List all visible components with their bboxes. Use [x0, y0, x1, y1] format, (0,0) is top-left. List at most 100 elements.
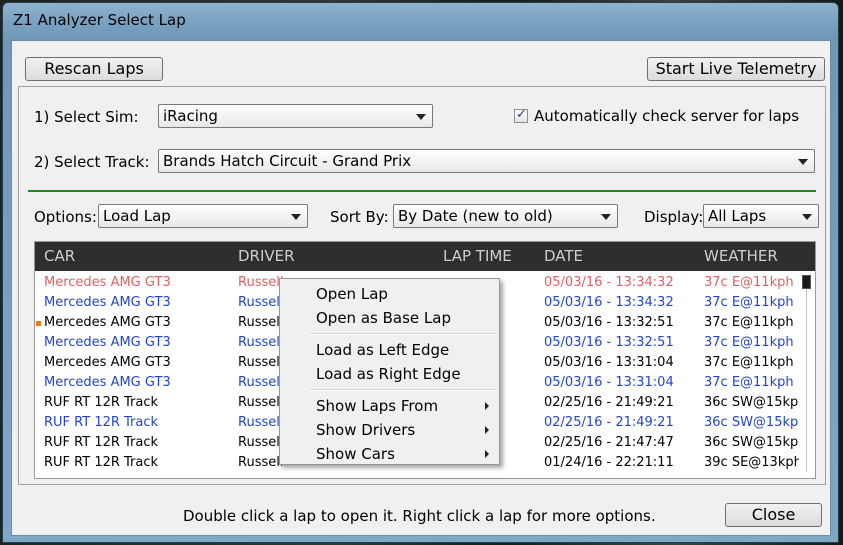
display-combo[interactable]: All Laps — [703, 204, 819, 228]
checkmark-icon: ✓ — [516, 107, 527, 122]
cell-weather: 36c SW@15kph — [704, 395, 807, 410]
menu-separator — [310, 389, 496, 391]
menu-item-label: Open Lap — [316, 285, 388, 303]
chevron-down-icon — [291, 214, 301, 220]
menu-item-open-lap[interactable]: Open Lap — [280, 282, 499, 306]
cell-car: RUF RT 12R Track — [44, 435, 159, 450]
cell-car: RUF RT 12R Track — [44, 415, 159, 430]
menu-item-load-as-left-edge[interactable]: Load as Left Edge — [280, 338, 499, 362]
menu-item-show-cars[interactable]: Show Cars — [280, 442, 499, 466]
cell-weather: 37c E@11kph — [704, 295, 794, 310]
column-header-driver[interactable]: DRIVER — [238, 247, 295, 265]
rescan-laps-button[interactable]: Rescan Laps — [25, 57, 163, 81]
scrollbar-track — [806, 287, 807, 472]
menu-item-label: Load as Left Edge — [316, 341, 450, 359]
close-button[interactable]: Close — [725, 503, 822, 527]
cell-driver: Russell — [238, 335, 284, 350]
column-header-car[interactable]: CAR — [44, 247, 75, 265]
menu-item-open-as-base-lap[interactable]: Open as Base Lap — [280, 306, 499, 330]
cell-weather: 36c SW@15kph — [704, 415, 807, 430]
select-sim-combo[interactable]: iRacing — [158, 104, 433, 128]
menu-separator — [310, 333, 496, 335]
display-label: Display: — [644, 208, 704, 226]
cell-date: 01/24/16 - 22:21:11 — [544, 455, 674, 470]
select-sim-value: iRacing — [163, 107, 218, 125]
auto-check-server-label: Automatically check server for laps — [534, 107, 800, 125]
window-title: Z1 Analyzer Select Lap — [13, 11, 186, 29]
cell-car: Mercedes AMG GT3 — [44, 375, 171, 390]
cell-car: Mercedes AMG GT3 — [44, 275, 171, 290]
submenu-arrow-icon — [485, 426, 489, 434]
submenu-arrow-icon — [485, 402, 489, 410]
title-bar[interactable]: Z1 Analyzer Select Lap — [3, 3, 838, 37]
sort-by-value: By Date (new to old) — [398, 207, 553, 225]
cell-car: Mercedes AMG GT3 — [44, 295, 171, 310]
cell-driver: Russell — [238, 315, 284, 330]
options-label: Options: — [34, 208, 97, 226]
cell-car: RUF RT 12R Track — [44, 395, 159, 410]
sort-by-combo[interactable]: By Date (new to old) — [393, 204, 618, 228]
cell-date: 05/03/16 - 13:34:32 — [544, 295, 674, 310]
options-combo[interactable]: Load Lap — [98, 204, 308, 228]
menu-item-label: Show Cars — [316, 445, 395, 463]
scrollbar-thumb[interactable] — [802, 275, 811, 289]
menu-item-label: Show Laps From — [316, 397, 439, 415]
display-value: All Laps — [708, 207, 767, 225]
sort-by-label: Sort By: — [330, 208, 389, 226]
menu-item-label: Show Drivers — [316, 421, 416, 439]
cell-date: 02/25/16 - 21:47:47 — [544, 435, 674, 450]
select-track-combo[interactable]: Brands Hatch Circuit - Grand Prix — [158, 149, 815, 173]
chevron-down-icon — [798, 159, 808, 165]
chevron-down-icon — [416, 114, 426, 120]
cell-driver: Russell — [238, 295, 284, 310]
cell-date: 05/03/16 - 13:31:04 — [544, 355, 674, 370]
cell-weather: 37c E@11kph — [704, 315, 794, 330]
cell-car: Mercedes AMG GT3 — [44, 315, 171, 330]
cell-driver: Russell — [238, 355, 284, 370]
submenu-arrow-icon — [485, 450, 489, 458]
cell-car: Mercedes AMG GT3 — [44, 335, 171, 350]
select-track-value: Brands Hatch Circuit - Grand Prix — [163, 152, 412, 170]
menu-item-show-laps-from[interactable]: Show Laps From — [280, 394, 499, 418]
menu-item-load-as-right-edge[interactable]: Load as Right Edge — [280, 362, 499, 386]
cell-weather: 36c SW@15kph — [704, 435, 807, 450]
cell-driver: Russell — [238, 415, 284, 430]
chevron-down-icon — [802, 214, 812, 220]
select-sim-label: 1) Select Sim: — [34, 108, 139, 126]
cell-date: 05/03/16 - 13:34:32 — [544, 275, 674, 290]
column-header-weather[interactable]: WEATHER — [704, 247, 778, 265]
cell-date: 05/03/16 - 13:32:51 — [544, 315, 674, 330]
cell-driver: Russell — [238, 375, 284, 390]
menu-item-label: Load as Right Edge — [316, 365, 461, 383]
section-divider — [28, 190, 816, 192]
cell-date: 02/25/16 - 21:49:21 — [544, 415, 674, 430]
footer-hint: Double click a lap to open it. Right cli… — [183, 507, 656, 525]
cell-driver: Russell — [238, 275, 284, 290]
cell-weather: 37c E@11kph — [704, 335, 794, 350]
options-value: Load Lap — [103, 207, 171, 225]
column-header-lap-time[interactable]: LAP TIME — [443, 247, 512, 265]
laps-table-header: CAR DRIVER LAP TIME DATE WEATHER — [35, 242, 815, 271]
lap-context-menu: Open Lap Open as Base Lap Load as Left Edg… — [279, 278, 500, 465]
cell-weather: 37c E@11kph — [704, 275, 794, 290]
cell-weather: 39c SE@13kph — [704, 455, 802, 470]
selected-lap-marker — [36, 321, 41, 326]
select-track-label: 2) Select Track: — [34, 153, 150, 171]
cell-weather: 37c E@11kph — [704, 375, 794, 390]
cell-car: Mercedes AMG GT3 — [44, 355, 171, 370]
cell-driver: Russell — [238, 395, 284, 410]
cell-date: 02/25/16 - 21:49:21 — [544, 395, 674, 410]
cell-driver: Russell — [238, 455, 284, 470]
cell-weather: 37c E@11kph — [704, 355, 794, 370]
vertical-scrollbar[interactable] — [799, 271, 815, 478]
cell-driver: Russell — [238, 435, 284, 450]
cell-car: RUF RT 12R Track — [44, 455, 159, 470]
menu-item-show-drivers[interactable]: Show Drivers — [280, 418, 499, 442]
start-live-telemetry-button[interactable]: Start Live Telemetry — [647, 57, 825, 81]
column-header-date[interactable]: DATE — [544, 247, 583, 265]
cell-date: 05/03/16 - 13:32:51 — [544, 335, 674, 350]
cell-date: 05/03/16 - 13:31:04 — [544, 375, 674, 390]
auto-check-server-checkbox[interactable]: ✓ — [514, 107, 528, 123]
chevron-down-icon — [601, 214, 611, 220]
menu-item-label: Open as Base Lap — [316, 309, 451, 327]
